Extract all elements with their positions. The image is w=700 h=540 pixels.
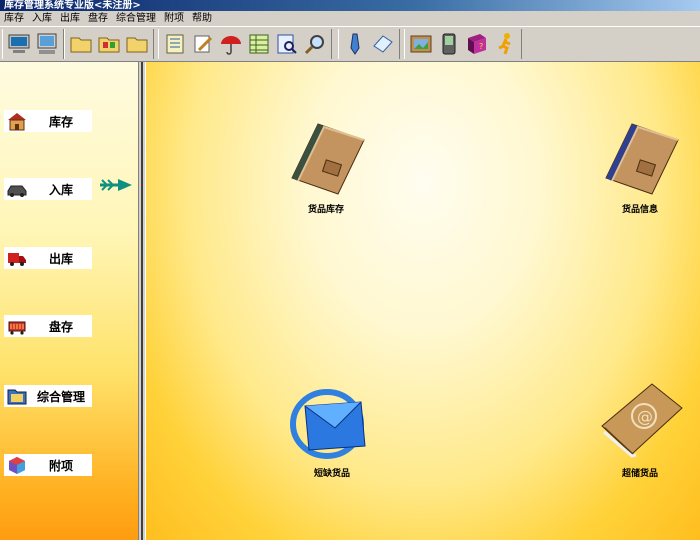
main-item-label: 货品库存 [307,205,344,215]
sidebar-item-stock-out[interactable]: 出库 [4,247,92,269]
picture-icon[interactable] [407,29,435,59]
sidebar-item-inventory[interactable]: 库存 [4,110,92,132]
edit-note-icon[interactable] [189,29,217,59]
blue-book-icon [605,123,679,195]
cube-icon [4,454,30,476]
truck-icon [4,247,30,269]
notepad-icon[interactable] [369,29,397,59]
sidebar-item-label: 入库 [48,182,73,197]
toolbar-group-tools [158,29,332,59]
menu-help[interactable]: 帮助 [188,11,216,26]
menu-management[interactable]: 综合管理 [112,11,160,26]
house-icon [4,110,30,132]
car-icon [4,178,30,200]
svg-text:@: @ [637,407,653,426]
goods-inventory-button[interactable]: 货品库存 [266,118,386,215]
menu-extras[interactable]: 附项 [160,11,188,26]
magnifier-icon[interactable] [301,29,329,59]
sidebar-item-stock-in[interactable]: 入库 [4,178,92,200]
sidebar-item-label: 附项 [48,458,73,473]
shortage-goods-button[interactable]: 短缺货品 [272,376,392,479]
computer-icon[interactable] [5,29,33,59]
brown-book-icon [291,123,365,195]
menu-stock-in[interactable]: 入库 [28,11,56,26]
toolbar-group-writing [338,29,400,59]
folder-grid-icon [4,385,30,407]
splitter[interactable] [138,62,146,540]
menu-stock-out[interactable]: 出库 [56,11,84,26]
sidebar-item-management[interactable]: 综合管理 [4,385,92,407]
sidebar-item-extras[interactable]: 附项 [4,454,92,476]
sidebar-item-label: 出库 [48,251,73,266]
toolbar-group-system [2,29,64,59]
sidebar-item-label: 综合管理 [36,389,85,404]
handheld-icon[interactable] [435,29,463,59]
folder-icon[interactable] [123,29,151,59]
search-document-icon[interactable] [273,29,301,59]
arrow-right-icon [100,179,132,191]
toolbar-group-files [64,29,154,59]
svg-text:?: ? [479,42,483,51]
window-title: 库存管理系统专业版<未注册> [0,0,700,11]
network-folder-icon[interactable] [95,29,123,59]
pen-icon[interactable] [341,29,369,59]
scroll-list-icon[interactable] [161,29,189,59]
main-item-label: 短缺货品 [313,469,350,479]
main-panel: 货品库存 货品信息 短缺货品 @ 超储货品 [146,62,700,540]
main-item-label: 货品信息 [621,205,658,215]
goods-info-button[interactable]: 货品信息 [580,118,700,215]
menu-stocktake[interactable]: 盘存 [84,11,112,26]
spreadsheet-icon[interactable] [245,29,273,59]
help-book-icon[interactable]: ? [463,29,491,59]
main-item-label: 超储货品 [621,469,658,479]
mail-icon [290,389,366,459]
toolbar-group-misc: ? [404,29,522,59]
menu-bar: 库存 入库 出库 盘存 综合管理 附项 帮助 [0,11,700,26]
menu-inventory[interactable]: 库存 [0,11,28,26]
umbrella-icon[interactable] [217,29,245,59]
monitor-icon[interactable] [33,29,61,59]
sidebar-item-label: 盘存 [48,319,73,334]
folder-icon[interactable] [67,29,95,59]
sidebar: 库存 入库 出库 盘存 综合管理 附项 [0,62,138,540]
toolbar: ? [0,26,700,62]
running-man-icon[interactable] [491,29,519,59]
cart-icon [4,315,30,337]
at-book-icon: @ [601,383,683,458]
sidebar-item-stocktake[interactable]: 盘存 [4,315,92,337]
sidebar-item-label: 库存 [48,114,73,129]
overstock-goods-button[interactable]: @ 超储货品 [580,376,700,479]
